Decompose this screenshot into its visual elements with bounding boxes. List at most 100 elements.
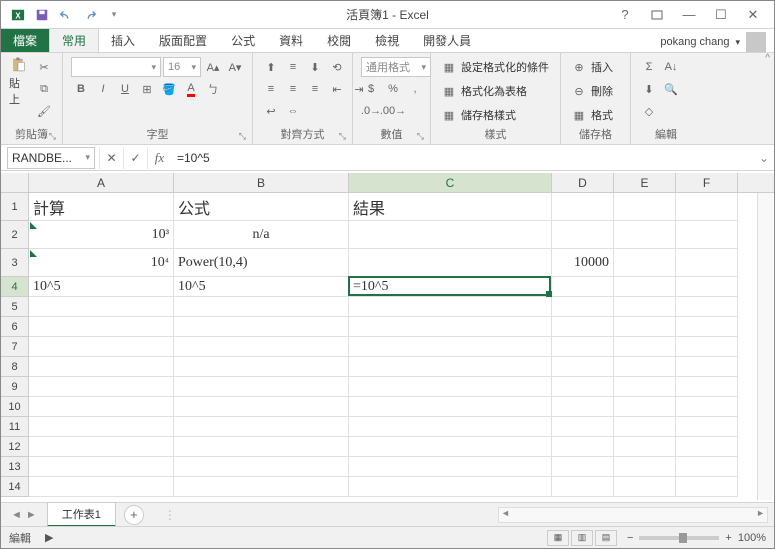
vertical-scrollbar[interactable] bbox=[757, 193, 773, 500]
cell[interactable] bbox=[614, 397, 676, 417]
cell[interactable] bbox=[676, 317, 738, 337]
cell[interactable] bbox=[614, 457, 676, 477]
zoom-slider[interactable] bbox=[639, 536, 719, 540]
cell[interactable] bbox=[676, 457, 738, 477]
cell[interactable] bbox=[29, 377, 174, 397]
font-size-select[interactable]: 16▾ bbox=[163, 57, 201, 77]
sort-filter-icon[interactable]: A↓ bbox=[661, 57, 681, 77]
copy-icon[interactable]: ⧉ bbox=[34, 79, 54, 99]
row-header[interactable]: 3 bbox=[1, 249, 29, 277]
error-indicator-icon[interactable] bbox=[30, 250, 37, 257]
row-header[interactable]: 6 bbox=[1, 317, 29, 337]
cell[interactable] bbox=[552, 317, 614, 337]
increase-font-icon[interactable]: A▴ bbox=[203, 57, 223, 77]
zoom-out-icon[interactable]: − bbox=[627, 532, 633, 544]
cell[interactable] bbox=[174, 397, 349, 417]
cell[interactable] bbox=[349, 377, 552, 397]
number-launcher-icon[interactable]: ⤡ bbox=[417, 131, 424, 142]
currency-icon[interactable]: $ bbox=[361, 79, 381, 99]
normal-view-icon[interactable]: ▦ bbox=[547, 530, 569, 546]
font-color-icon[interactable]: A bbox=[181, 79, 201, 99]
redo-icon[interactable] bbox=[79, 4, 101, 26]
cell[interactable] bbox=[29, 437, 174, 457]
italic-button[interactable]: I bbox=[93, 79, 113, 99]
name-box[interactable]: RANDBE...▾ bbox=[7, 147, 95, 169]
cell[interactable] bbox=[174, 337, 349, 357]
cell[interactable] bbox=[676, 249, 738, 277]
indent-decrease-icon[interactable]: ⇤ bbox=[327, 79, 347, 99]
cell[interactable] bbox=[349, 357, 552, 377]
cell[interactable]: 10⁴ bbox=[29, 249, 174, 277]
row-header[interactable]: 11 bbox=[1, 417, 29, 437]
comma-icon[interactable]: , bbox=[405, 79, 425, 99]
cell[interactable] bbox=[552, 337, 614, 357]
cell[interactable] bbox=[349, 249, 552, 277]
select-all-button[interactable] bbox=[1, 173, 29, 192]
cell[interactable] bbox=[174, 437, 349, 457]
row-header[interactable]: 7 bbox=[1, 337, 29, 357]
cell[interactable]: Power(10,4) bbox=[174, 249, 349, 277]
tab-insert[interactable]: 插入 bbox=[99, 28, 147, 52]
decrease-decimal-icon[interactable]: .00→ bbox=[383, 101, 403, 121]
cell[interactable]: 結果 bbox=[349, 193, 552, 221]
row-header[interactable]: 8 bbox=[1, 357, 29, 377]
align-bottom-icon[interactable]: ⬇ bbox=[305, 57, 325, 77]
user-area[interactable]: pokang chang ▾ bbox=[660, 32, 774, 52]
zoom-in-icon[interactable]: + bbox=[725, 532, 731, 544]
fill-color-icon[interactable]: 🪣 bbox=[159, 79, 179, 99]
tab-home[interactable]: 常用 bbox=[49, 28, 99, 52]
cell[interactable] bbox=[174, 417, 349, 437]
cell[interactable] bbox=[552, 277, 614, 297]
tab-review[interactable]: 校閱 bbox=[315, 28, 363, 52]
cut-icon[interactable]: ✂ bbox=[34, 57, 54, 77]
horizontal-scrollbar[interactable] bbox=[498, 507, 768, 523]
cell[interactable]: =10^5 bbox=[349, 277, 552, 297]
zoom-level[interactable]: 100% bbox=[738, 532, 766, 544]
cell[interactable] bbox=[29, 417, 174, 437]
minimize-icon[interactable]: — bbox=[676, 5, 702, 25]
border-icon[interactable]: ⊞ bbox=[137, 79, 157, 99]
cell[interactable] bbox=[614, 337, 676, 357]
cell[interactable] bbox=[174, 477, 349, 497]
cell[interactable] bbox=[29, 297, 174, 317]
find-select-icon[interactable]: 🔍 bbox=[661, 79, 681, 99]
cell[interactable]: 10000 bbox=[552, 249, 614, 277]
cell[interactable] bbox=[614, 357, 676, 377]
fill-icon[interactable]: ⬇ bbox=[639, 79, 659, 99]
enter-formula-icon[interactable]: ✓ bbox=[123, 147, 147, 169]
fx-icon[interactable]: fx bbox=[147, 147, 171, 169]
help-icon[interactable]: ? bbox=[612, 5, 638, 25]
cell[interactable] bbox=[614, 297, 676, 317]
cell[interactable] bbox=[174, 377, 349, 397]
tab-developer[interactable]: 開發人員 bbox=[411, 28, 483, 52]
cell[interactable]: 10^5 bbox=[174, 277, 349, 297]
cell[interactable] bbox=[29, 477, 174, 497]
cell[interactable] bbox=[349, 457, 552, 477]
cell[interactable] bbox=[676, 297, 738, 317]
number-format-select[interactable]: 通用格式▾ bbox=[361, 57, 431, 77]
row-header[interactable]: 9 bbox=[1, 377, 29, 397]
cell[interactable] bbox=[29, 457, 174, 477]
cell[interactable] bbox=[552, 297, 614, 317]
autosum-icon[interactable]: Σ bbox=[639, 57, 659, 77]
cell-styles-button[interactable]: ▦儲存格樣式 bbox=[439, 105, 516, 125]
sheet-next-icon[interactable]: ► bbox=[26, 509, 37, 521]
phonetic-icon[interactable]: ㄅ bbox=[203, 79, 223, 99]
cell[interactable] bbox=[614, 377, 676, 397]
sheet-prev-icon[interactable]: ◄ bbox=[11, 509, 22, 521]
cell[interactable] bbox=[676, 277, 738, 297]
align-right-icon[interactable]: ≡ bbox=[305, 79, 325, 99]
align-top-icon[interactable]: ⬆ bbox=[261, 57, 281, 77]
cell[interactable] bbox=[174, 317, 349, 337]
cell[interactable] bbox=[174, 297, 349, 317]
column-header[interactable]: A bbox=[29, 173, 174, 192]
tab-layout[interactable]: 版面配置 bbox=[147, 28, 219, 52]
paste-button[interactable]: 貼上 bbox=[9, 57, 28, 107]
collapse-ribbon-icon[interactable]: ^ bbox=[765, 53, 770, 64]
row-header[interactable]: 1 bbox=[1, 193, 29, 221]
cell[interactable] bbox=[349, 417, 552, 437]
tab-data[interactable]: 資料 bbox=[267, 28, 315, 52]
cell[interactable] bbox=[29, 397, 174, 417]
align-launcher-icon[interactable]: ⤡ bbox=[339, 131, 346, 142]
cell[interactable] bbox=[614, 437, 676, 457]
